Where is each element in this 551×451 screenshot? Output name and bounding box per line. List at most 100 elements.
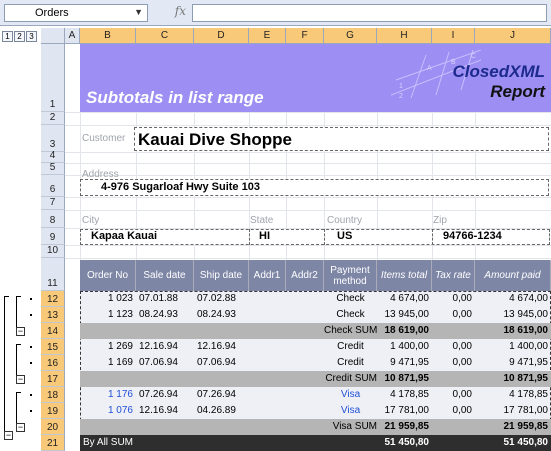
amount-paid-cell[interactable]: 21 959,85	[475, 418, 549, 435]
items-total-cell[interactable]: 10 871,95	[377, 370, 430, 387]
order-no-cell[interactable]: 1 123	[80, 306, 133, 323]
row-header[interactable]: 5	[41, 162, 65, 175]
row-header[interactable]: 10	[41, 245, 65, 258]
column-header-addr2[interactable]: Addr2	[286, 260, 324, 291]
row-header[interactable]: 17	[41, 371, 65, 387]
items-total-cell[interactable]: 17 781,00	[377, 402, 430, 419]
ship-date-cell[interactable]: 12.16.94	[197, 338, 236, 355]
outline-level-1-button[interactable]: 1	[2, 31, 13, 42]
column-header-i[interactable]: I	[432, 28, 475, 44]
column-header-sale-date[interactable]: Sale date	[136, 260, 194, 291]
collapse-group-button[interactable]: −	[4, 431, 13, 440]
row-header[interactable]: 21	[41, 435, 65, 451]
row-header[interactable]: 6	[41, 175, 65, 197]
tax-rate-cell[interactable]: 0,00	[432, 306, 472, 323]
collapse-group-button[interactable]: −	[16, 327, 25, 336]
ship-date-cell[interactable]: 08.24.93	[197, 306, 236, 323]
row-header[interactable]: 8	[41, 210, 65, 228]
row-header[interactable]: 15	[41, 339, 65, 355]
items-total-cell[interactable]: 4 178,85	[377, 386, 429, 403]
column-header-f[interactable]: F	[286, 28, 324, 44]
items-total-cell[interactable]: 21 959,85	[377, 418, 430, 435]
name-box[interactable]: Orders ▼	[4, 4, 148, 22]
column-header-addr1[interactable]: Addr1	[249, 260, 286, 291]
items-total-cell[interactable]: 13 945,00	[377, 306, 430, 323]
sale-date-cell[interactable]: 07.06.94	[139, 354, 178, 371]
row-header[interactable]: 13	[41, 307, 65, 323]
tax-rate-cell[interactable]: 0,00	[432, 354, 472, 371]
column-header-d[interactable]: D	[194, 28, 249, 44]
order-no-cell[interactable]: 1 169	[80, 354, 133, 371]
ship-date-cell[interactable]: 07.06.94	[197, 354, 236, 371]
sale-date-cell[interactable]: 08.24.93	[139, 306, 178, 323]
outline-level-3-button[interactable]: 3	[26, 31, 37, 42]
amount-paid-cell[interactable]: 4 178,85	[475, 386, 548, 403]
grand-total-label[interactable]: By All SUM	[83, 434, 133, 451]
column-header-e[interactable]: E	[249, 28, 286, 44]
items-total-cell[interactable]: 4 674,00	[377, 290, 429, 307]
payment-method-cell[interactable]: Credit	[324, 338, 377, 355]
column-header-payment-method[interactable]: Payment method	[324, 260, 377, 291]
sale-date-cell[interactable]: 12.16.94	[139, 402, 178, 419]
column-header-ship-date[interactable]: Ship date	[194, 260, 249, 291]
amount-paid-cell[interactable]: 17 781,00	[475, 402, 549, 419]
outline-level-2-button[interactable]: 2	[14, 31, 25, 42]
amount-paid-cell[interactable]: 9 471,95	[475, 354, 548, 371]
column-header-a[interactable]: A	[65, 28, 80, 44]
items-total-cell[interactable]: 9 471,95	[377, 354, 429, 371]
order-no-cell[interactable]: 1 023	[80, 290, 133, 307]
chevron-down-icon[interactable]: ▼	[134, 7, 143, 17]
collapse-group-button[interactable]: −	[16, 423, 25, 432]
insert-function-button[interactable]: fx	[150, 4, 190, 22]
row-header[interactable]: 7	[41, 197, 65, 210]
column-header-h[interactable]: H	[377, 28, 432, 44]
payment-method-cell[interactable]: Check	[324, 306, 377, 323]
items-total-cell[interactable]: 51 450,80	[377, 434, 430, 451]
payment-method-cell[interactable]: Visa	[324, 402, 377, 419]
column-header-items-total[interactable]: Items total	[377, 260, 432, 291]
row-header[interactable]: 2	[41, 112, 65, 125]
column-header-b[interactable]: B	[80, 28, 136, 44]
subtotal-label[interactable]: Visa SUM	[305, 418, 377, 435]
column-header-order-no[interactable]: Order No	[80, 260, 136, 291]
subtotal-label[interactable]: Check SUM	[324, 322, 377, 339]
sale-date-cell[interactable]: 12.16.94	[139, 338, 178, 355]
amount-paid-cell[interactable]: 10 871,95	[475, 370, 549, 387]
row-header[interactable]: 19	[41, 403, 65, 419]
row-header[interactable]: 12	[41, 291, 65, 307]
items-total-cell[interactable]: 1 400,00	[377, 338, 429, 355]
row-header[interactable]: 11	[41, 258, 65, 291]
amount-paid-cell[interactable]: 18 619,00	[475, 322, 549, 339]
sale-date-cell[interactable]: 07.26.94	[139, 386, 178, 403]
subtotal-label[interactable]: Credit SUM	[305, 370, 377, 387]
amount-paid-cell[interactable]: 13 945,00	[475, 306, 549, 323]
payment-method-cell[interactable]: Visa	[324, 386, 377, 403]
row-header[interactable]: 14	[41, 323, 65, 339]
row-header[interactable]: 9	[41, 228, 65, 245]
row-header[interactable]: 16	[41, 355, 65, 371]
tax-rate-cell[interactable]: 0,00	[432, 386, 472, 403]
row-header[interactable]: 1	[41, 44, 65, 112]
column-header-tax-rate[interactable]: Tax rate	[432, 260, 475, 291]
column-header-g[interactable]: G	[324, 28, 377, 44]
formula-input[interactable]	[192, 4, 547, 22]
items-total-cell[interactable]: 18 619,00	[377, 322, 430, 339]
payment-method-cell[interactable]: Credit	[324, 354, 377, 371]
column-header-c[interactable]: C	[136, 28, 194, 44]
column-header-amount-paid[interactable]: Amount paid	[475, 260, 551, 291]
row-header[interactable]: 20	[41, 419, 65, 435]
order-no-cell[interactable]: 1 176	[80, 386, 133, 403]
select-all-corner[interactable]	[41, 28, 65, 44]
order-no-cell[interactable]: 1 076	[80, 402, 133, 419]
amount-paid-cell[interactable]: 1 400,00	[475, 338, 548, 355]
row-header[interactable]: 18	[41, 387, 65, 403]
ship-date-cell[interactable]: 07.02.88	[197, 290, 236, 307]
order-no-cell[interactable]: 1 269	[80, 338, 133, 355]
ship-date-cell[interactable]: 07.26.94	[197, 386, 236, 403]
tax-rate-cell[interactable]: 0,00	[432, 402, 472, 419]
sale-date-cell[interactable]: 07.01.88	[139, 290, 178, 307]
row-header[interactable]: 3	[41, 125, 65, 152]
collapse-group-button[interactable]: −	[16, 375, 25, 384]
column-header-j[interactable]: J	[475, 28, 551, 44]
tax-rate-cell[interactable]: 0,00	[432, 290, 472, 307]
